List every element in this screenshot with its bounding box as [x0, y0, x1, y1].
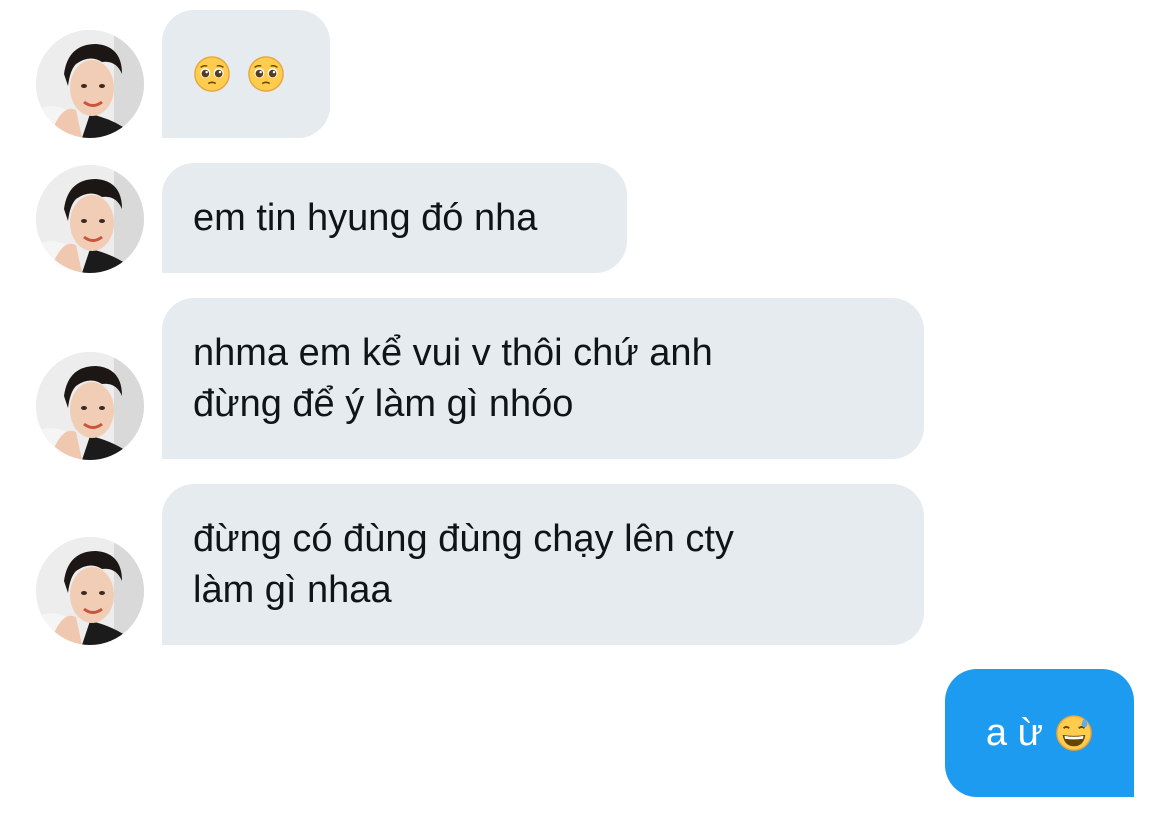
emoji-row [193, 55, 299, 93]
avatar-image [36, 352, 144, 460]
avatar-image [36, 537, 144, 645]
pleading-face-icon [247, 55, 285, 93]
sender-avatar[interactable] [36, 165, 144, 273]
dm-conversation: em tin hyung đó nha nhma em kể vui v thô… [0, 0, 1170, 828]
avatar-image [36, 165, 144, 273]
incoming-message-bubble[interactable]: đừng có đùng đùng chạy lên cty làm gì nh… [162, 484, 924, 645]
outgoing-message-bubble[interactable]: a ừ [945, 669, 1134, 797]
pleading-face-icon [193, 55, 231, 93]
incoming-message-bubble[interactable]: nhma em kể vui v thôi chứ anh đừng để ý … [162, 298, 924, 459]
message-text: a ừ [985, 711, 1044, 754]
grinning-sweat-face-icon [1055, 714, 1093, 752]
incoming-message-bubble[interactable]: em tin hyung đó nha [162, 163, 627, 273]
avatar-image [36, 30, 144, 138]
message-text-line: đừng để ý làm gì nhóo [193, 382, 574, 425]
sender-avatar[interactable] [36, 30, 144, 138]
sender-avatar[interactable] [36, 537, 144, 645]
message-text: em tin hyung đó nha [193, 196, 538, 239]
sender-avatar[interactable] [36, 352, 144, 460]
incoming-message-bubble[interactable] [162, 10, 330, 138]
message-text-line: đừng có đùng đùng chạy lên cty [193, 517, 734, 560]
message-text-line: nhma em kể vui v thôi chứ anh [193, 331, 713, 374]
message-text-line: làm gì nhaa [193, 568, 392, 611]
